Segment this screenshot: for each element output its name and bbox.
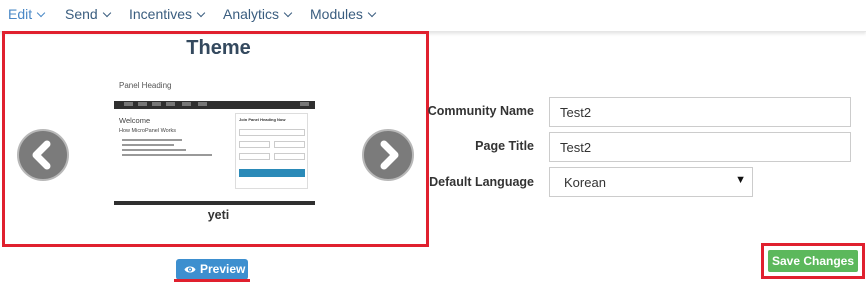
dropdown-arrow-icon: ▼ (735, 174, 746, 186)
top-navbar: Edit Send Incentives Analytics Modules (0, 0, 866, 32)
nav-item-label: Incentives (129, 6, 193, 22)
theme-selector: Theme Panel Heading Welcome How MicroPan… (2, 31, 429, 247)
chevron-right-icon (380, 140, 399, 170)
save-changes-button[interactable]: Save Changes (768, 250, 858, 272)
nav-item-modules[interactable]: Modules (310, 6, 377, 22)
nav-item-send[interactable]: Send (65, 6, 111, 22)
theme-name: yeti (207, 208, 230, 222)
eye-icon (184, 266, 196, 273)
page-title-label: Page Title (475, 139, 534, 153)
chevron-down-icon (367, 8, 377, 18)
default-language-label: Default Language (429, 175, 534, 189)
preview-label: Preview (200, 262, 246, 276)
nav-item-label: Analytics (223, 6, 280, 22)
thumbnail-welcome: Welcome (119, 116, 151, 125)
community-name-label: Community Name (427, 104, 534, 118)
page-title-input[interactable]: Test2 (549, 132, 851, 162)
chevron-left-icon (32, 140, 51, 170)
default-language-value: Korean (564, 175, 606, 190)
thumbnail-heading: Panel Heading (119, 81, 172, 90)
theme-thumbnail: Panel Heading Welcome How MicroPanel Wor… (114, 77, 315, 205)
nav-item-label: Edit (8, 6, 33, 22)
default-language-select[interactable]: Korean ▼ (549, 167, 753, 197)
chevron-down-icon (283, 8, 293, 18)
nav-item-incentives[interactable]: Incentives (129, 6, 206, 22)
chevron-down-icon (102, 8, 111, 18)
thumbnail-navbar (114, 101, 315, 109)
thumbnail-subheading: How MicroPanel Works (119, 128, 177, 134)
highlight-underline (174, 279, 250, 282)
theme-title: Theme (186, 37, 251, 59)
thumbnail-form-title: Join Panel Heading Now (239, 117, 286, 122)
nav-item-label: Send (65, 6, 98, 22)
thumbnail-signup-form: Join Panel Heading Now (235, 113, 308, 189)
chevron-down-icon (36, 8, 46, 18)
nav-item-label: Modules (310, 6, 363, 22)
save-highlight: Save Changes (761, 243, 865, 279)
community-name-input[interactable]: Test2 (549, 97, 851, 127)
previous-theme-button[interactable] (17, 129, 69, 181)
chevron-down-icon (196, 8, 206, 18)
nav-item-analytics[interactable]: Analytics (223, 6, 293, 22)
next-theme-button[interactable] (362, 129, 414, 181)
nav-item-edit[interactable]: Edit (8, 6, 46, 22)
preview-button[interactable]: Preview (176, 259, 248, 280)
